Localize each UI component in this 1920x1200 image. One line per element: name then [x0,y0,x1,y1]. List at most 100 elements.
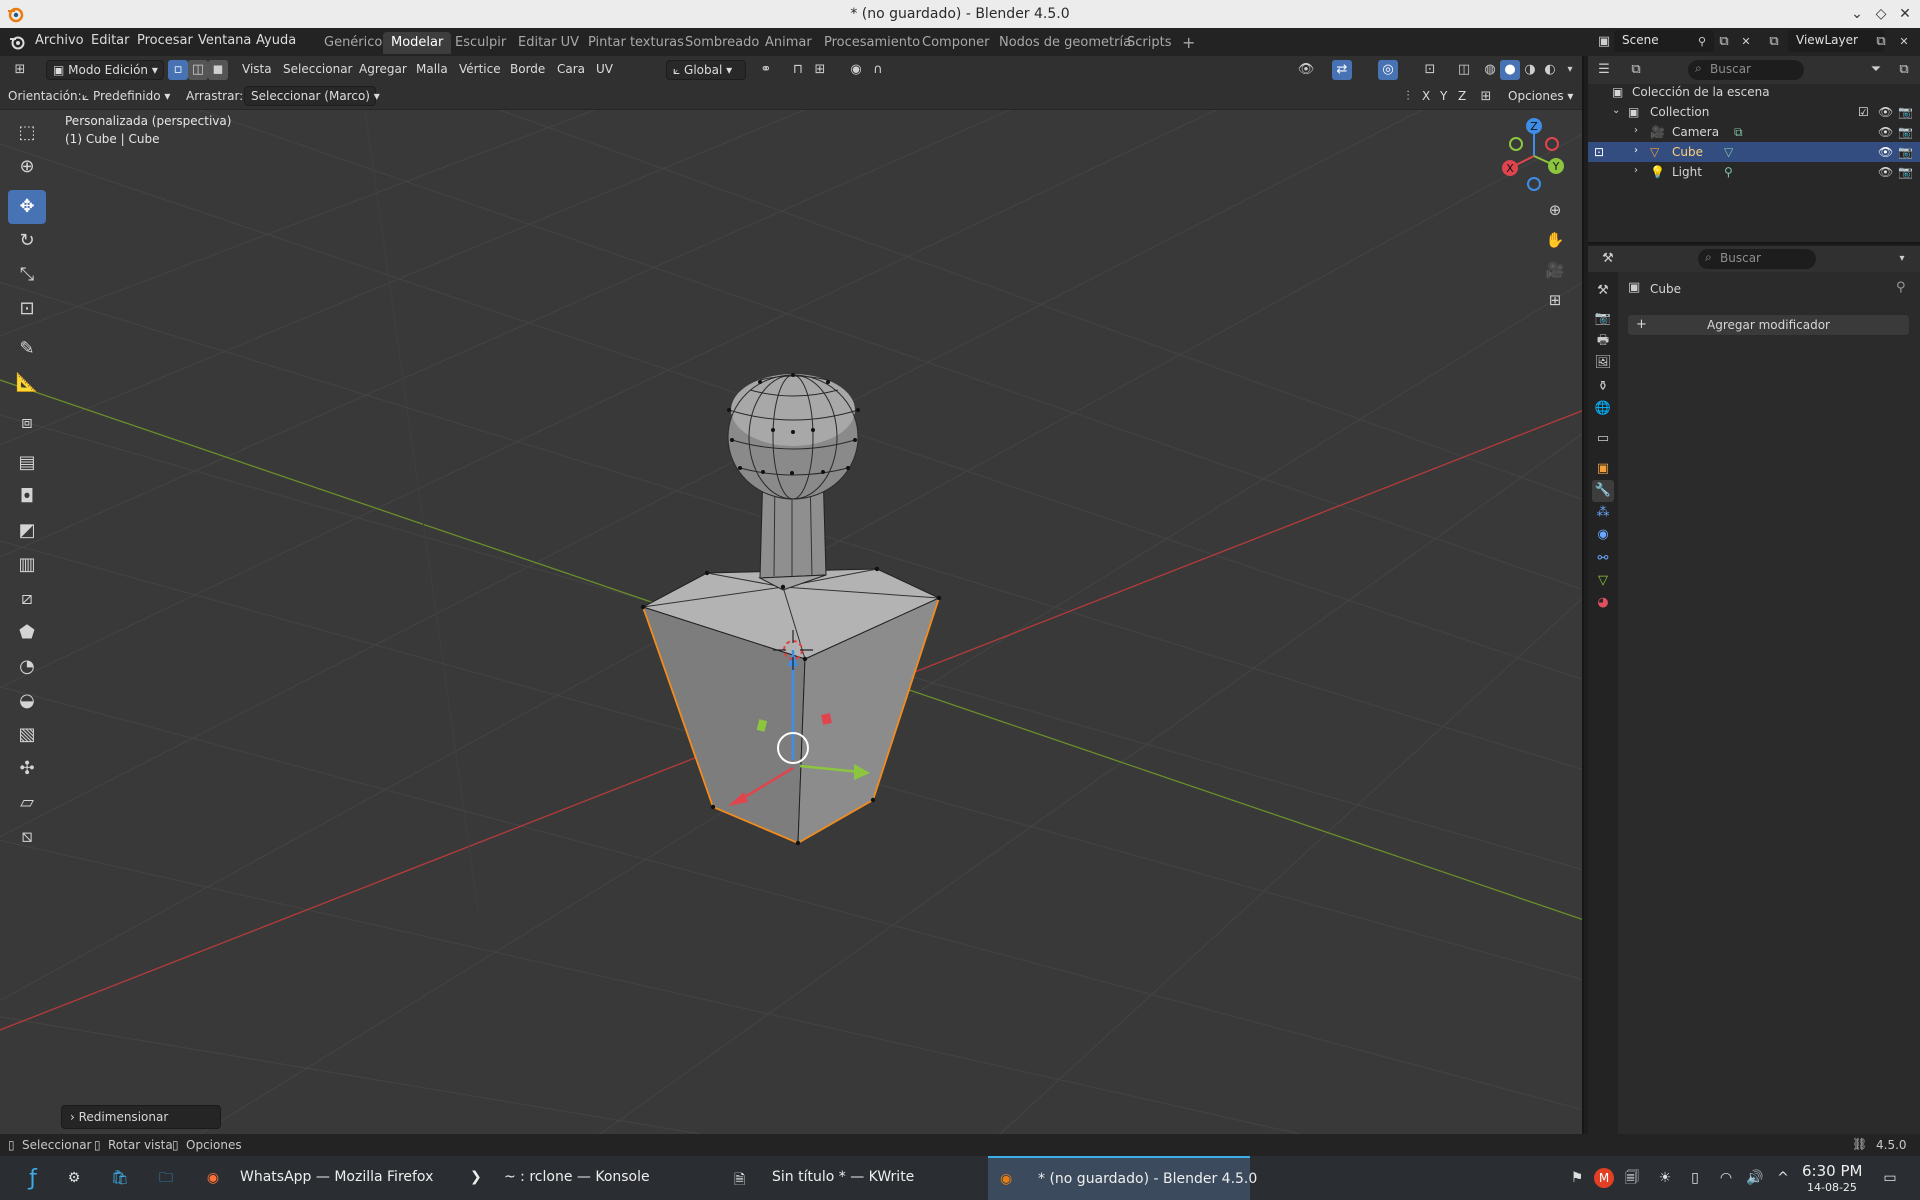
brightness-icon[interactable]: ☀ [1655,1168,1675,1188]
minimize-icon[interactable]: ⌄ [1846,3,1868,25]
render-camera-icon[interactable]: 📷 [1898,165,1913,179]
viewport-scene[interactable] [0,110,1584,1134]
wireframe-shading-icon[interactable]: ◍ [1480,60,1500,80]
transform-tool-icon[interactable]: ⊡ [8,292,46,326]
menu-agregar[interactable]: Agregar [359,62,407,76]
camera-view-icon[interactable]: 🎥 [1542,257,1568,283]
xray-toggle-icon[interactable]: ◫ [1454,60,1474,80]
file-manager-icon[interactable]: 🗀 [156,1168,176,1188]
properties-options-icon[interactable]: ▾ [1892,249,1912,269]
discover-icon[interactable]: 🛍 [110,1168,130,1188]
outliner-collection[interactable]: ⌄ ▣ Collection ☑ 👁 📷 [1588,102,1920,122]
tab-pintar-texturas[interactable]: Pintar texturas [580,32,692,54]
view-layer-selector[interactable]: ViewLayer [1788,30,1884,52]
new-view-layer-icon[interactable]: ⧉ [1871,32,1891,52]
menu-borde[interactable]: Borde [510,62,545,76]
close-icon[interactable]: ✕ [1894,3,1916,25]
last-operator-panel[interactable]: › Redimensionar [61,1105,221,1129]
object-tab-icon[interactable]: ▣ [1592,458,1614,480]
blender-menu-icon[interactable] [8,33,26,51]
measure-tool-icon[interactable]: 📐 [8,366,46,400]
clock-date[interactable]: 14-08-25 [1807,1181,1857,1194]
constraints-tab-icon[interactable]: ⚯ [1592,548,1614,570]
system-settings-icon[interactable]: ⚙ [64,1168,84,1188]
clock-time[interactable]: 6:30 PM [1802,1162,1862,1180]
transform-orientation-selector[interactable]: ⟀ Global ▾ [666,60,746,80]
visibility-eye-icon[interactable]: 👁 [1878,125,1893,139]
edge-select-icon[interactable]: ◫ [188,60,208,80]
task-firefox[interactable]: WhatsApp — Mozilla Firefox [196,1156,454,1200]
shear-tool-icon[interactable]: ▱ [8,786,46,820]
menu-editar[interactable]: Editar [91,33,130,48]
exclude-checkbox-icon[interactable]: ☑ [1858,105,1869,119]
edge-slide-tool-icon[interactable]: ▧ [8,718,46,752]
task-kwrite[interactable]: 🗎 Sin título * — KWrite [722,1156,984,1200]
modifier-wrench-icon[interactable]: 🔧 [1592,480,1614,502]
mirror-axis-z[interactable]: Z [1458,89,1466,103]
add-workspace-icon[interactable]: + [1174,32,1203,54]
delete-view-layer-icon[interactable]: ✕ [1894,32,1914,52]
expand-icon[interactable]: › [1634,165,1638,176]
edit-mode-icon[interactable]: ⊡ [1594,145,1604,159]
menu-malla[interactable]: Malla [416,62,448,76]
rip-tool-icon[interactable]: ⧅ [8,820,46,854]
cursor-tool-icon[interactable]: ⊕ [8,150,46,184]
auto-merge-icon[interactable]: ⊞ [1476,87,1496,107]
tab-editar-uv[interactable]: Editar UV [510,32,587,54]
notifications-icon[interactable]: ⚑ [1567,1168,1587,1188]
outliner-item-cube[interactable]: ⊡ › ▽ Cube ▽ 👁 📷 [1588,142,1920,162]
vertex-select-icon[interactable]: ▫ [168,60,188,80]
clipboard-icon[interactable]: 🗐 [1622,1168,1642,1188]
task-blender[interactable]: ◉ * (no guardado) - Blender 4.5.0 [988,1156,1257,1200]
bevel-tool-icon[interactable]: ◩ [8,514,46,548]
scene-type-icon[interactable]: ▣ [1594,32,1614,52]
output-tab-icon[interactable]: 🖶 [1592,330,1614,352]
render-camera-icon[interactable]: 📷 [1898,145,1913,159]
camera-data-icon[interactable]: ⧉ [1734,125,1743,140]
proportional-edit-icon[interactable]: ◉ [846,60,866,80]
collapse-icon[interactable]: ⌄ [1612,105,1620,116]
tab-componer[interactable]: Componer [914,32,997,54]
mirror-axis-y[interactable]: Y [1440,89,1447,103]
options-dropdown[interactable]: Opciones ▾ [1508,89,1573,103]
tab-procesamiento[interactable]: Procesamiento [816,32,928,54]
menu-ayuda[interactable]: Ayuda [256,33,296,48]
delete-scene-icon[interactable]: ✕ [1736,32,1756,52]
world-tab-icon[interactable]: 🌐 [1592,398,1614,420]
mirror-icon[interactable]: ⫶ [1398,87,1418,107]
mail-icon[interactable]: M [1594,1168,1614,1188]
rendered-shading-icon[interactable]: ◐ [1540,60,1560,80]
outliner-search-input[interactable]: ⌕ Buscar [1688,60,1804,80]
collection-tab-icon[interactable]: ▭ [1592,428,1614,450]
tab-sombreado[interactable]: Sombreado [677,32,767,54]
scale-tool-icon[interactable]: ⤡ [8,258,46,292]
snap-icon[interactable]: ⊓ [788,60,808,80]
zoom-icon[interactable]: ⊕ [1542,197,1568,223]
particles-tab-icon[interactable]: ⁂ [1592,502,1614,524]
menu-uv[interactable]: UV [596,62,613,76]
3d-viewport[interactable]: ⊞ ▣ Modo Edición ▾ ▫ ◫ ◼ Vista Seleccion… [0,56,1584,1134]
mirror-axis-x[interactable]: X [1422,89,1430,103]
visibility-eye-icon[interactable]: 👁 [1878,165,1893,179]
outliner-editor-type-icon[interactable]: ☰ [1594,60,1614,80]
visibility-eye-icon[interactable]: 👁 [1878,105,1893,119]
expand-icon[interactable]: › [1634,145,1638,156]
display-mode-icon[interactable]: ⧉ [1626,60,1646,80]
material-shading-icon[interactable]: ◑ [1520,60,1540,80]
gizmo-toggle-icon[interactable]: ⇄ [1332,60,1352,80]
add-cube-tool-icon[interactable]: ⧈ [8,406,46,440]
tray-expand-icon[interactable]: ^ [1773,1168,1793,1188]
outliner-scene-collection[interactable]: ▣ Colección de la escena [1588,82,1920,102]
pin-icon[interactable]: ⚲ [1896,280,1906,295]
face-select-icon[interactable]: ◼ [208,60,228,80]
perspective-toggle-icon[interactable]: ⊞ [1542,287,1568,313]
outliner-item-light[interactable]: › 💡 Light ⚲ 👁 📷 [1588,162,1920,182]
maximize-icon[interactable]: ◇ [1870,3,1892,25]
wifi-icon[interactable]: ◠ [1716,1168,1736,1188]
mesh-edit-overlay-icon[interactable]: ⊡ [1420,60,1440,80]
add-modifier-button[interactable]: + Agregar modificador [1627,314,1910,336]
menu-cara[interactable]: Cara [557,62,585,76]
light-data-icon[interactable]: ⚲ [1724,165,1733,179]
editor-type-icon[interactable]: ⊞ [10,60,30,80]
show-desktop-icon[interactable]: ▭ [1880,1168,1900,1188]
